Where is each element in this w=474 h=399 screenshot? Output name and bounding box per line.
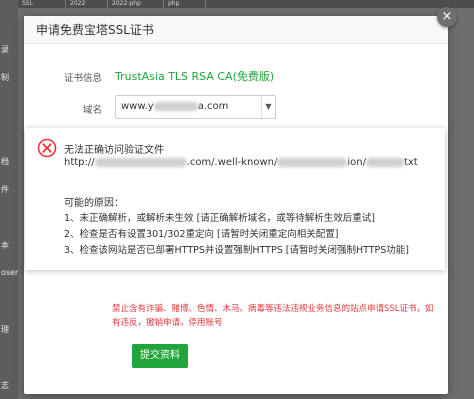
background-sidebar-item: 制 [1, 73, 9, 82]
error-icon [37, 138, 57, 158]
background-sidebar-item: 本 [1, 241, 9, 250]
redacted-text [277, 157, 348, 167]
domain-value-end: a.com [197, 101, 229, 112]
url-part: http:// [64, 157, 95, 168]
url-part: ion/ [347, 157, 366, 168]
background-sidebar: 录 制 档 件 本 oser 理 志 [0, 0, 18, 399]
reasons-title: 可能的原因： [64, 198, 124, 209]
background-sidebar-item: 录 [1, 45, 9, 54]
domain-label: 域名 [82, 105, 102, 116]
redacted-text [153, 101, 198, 111]
submit-button[interactable]: 提交资料 [132, 344, 188, 368]
background-tab: SSL [18, 0, 66, 8]
background-tab: 2022-php [108, 0, 164, 8]
background-tab: php [164, 0, 206, 8]
reason-item: 3、检查该网站是否已部署HTTPS并设置强制HTTPS [请暂时关闭强制HTTP… [64, 245, 410, 256]
redacted-text [94, 157, 187, 167]
url-part: .com/.well-known/ [186, 157, 278, 168]
verification-url: http:// .com/.well-known/ion/txt [64, 157, 418, 168]
background-sidebar-item: oser [1, 268, 18, 277]
background-tab: 2022 [66, 0, 108, 8]
close-icon[interactable]: × [437, 7, 457, 27]
redacted-text [365, 157, 404, 167]
background-sidebar-item: 档 [1, 157, 9, 166]
policy-warning: 禁止含有诈骗、赌博、色情、木马、病毒等违法违规业务信息的站点申请SSL证书，如有… [112, 304, 434, 328]
domain-value-start: www.y [121, 101, 154, 112]
chevron-down-icon: ▼ [261, 96, 275, 118]
url-part: txt [403, 157, 418, 168]
domain-select[interactable]: www.y a.com ▼ [115, 95, 276, 119]
dialog-title: 申请免费宝塔SSL证书 [24, 16, 448, 44]
background-sidebar-item: 件 [1, 185, 9, 194]
cert-info-label: 证书信息 [63, 73, 102, 84]
cert-name: TrustAsia TLS RSA CA(免费版) [115, 70, 275, 83]
error-title: 无法正确访问验证文件 [64, 145, 164, 156]
reason-item: 2、检查是否有设置301/302重定向 [请暂时关闭重定向相关配置] [64, 229, 339, 240]
background-tab-bar: SSL 2022 2022-php php [18, 0, 474, 8]
background-sidebar-item: 理 [1, 325, 9, 334]
error-popup: 无法正确访问验证文件 http:// .com/.well-known/ion/t… [25, 128, 445, 270]
background-sidebar-item: 志 [1, 381, 9, 390]
reason-item: 1、未正确解析，或解析未生效 [请正确解析域名，或等待解析生效后重试] [64, 213, 375, 224]
